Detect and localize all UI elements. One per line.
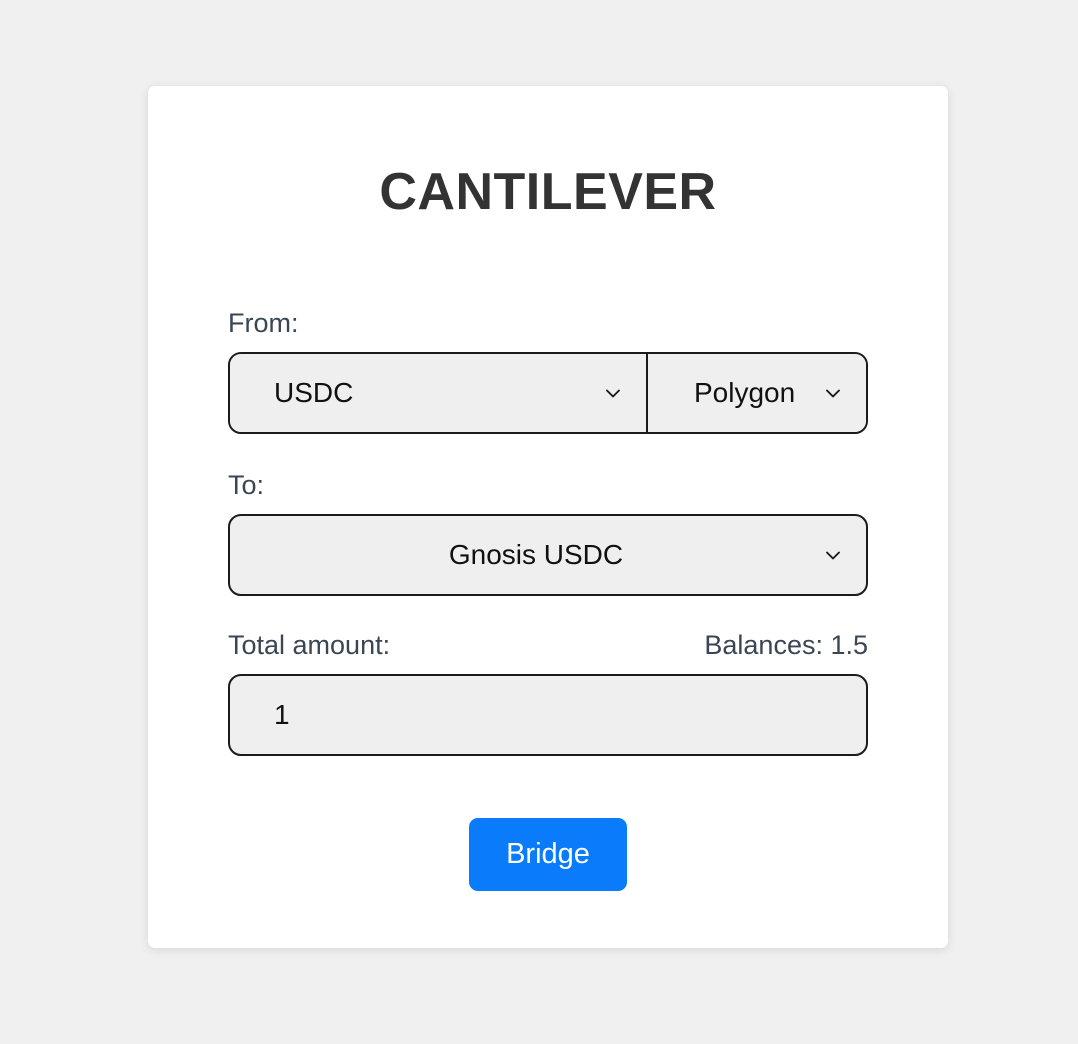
- amount-input[interactable]: 1: [230, 699, 290, 731]
- bridge-button[interactable]: Bridge: [469, 818, 627, 891]
- amount-label: Total amount:: [228, 630, 391, 660]
- bridge-form: From: USDC Polygon To: Gnosis USDC Total…: [228, 310, 868, 891]
- chevron-down-icon: [822, 382, 844, 404]
- from-asset-select[interactable]: USDC: [230, 354, 648, 432]
- balances-text: Balances: 1.5: [704, 630, 868, 660]
- chevron-down-icon: [602, 382, 624, 404]
- to-label: To:: [228, 470, 265, 500]
- page-title: CANTILEVER: [379, 163, 717, 221]
- from-chain-select[interactable]: Polygon: [648, 354, 866, 432]
- to-asset-select[interactable]: Gnosis USDC: [228, 514, 868, 596]
- from-label: From:: [228, 308, 299, 338]
- amount-input-wrapper[interactable]: 1: [228, 674, 868, 756]
- from-chain-value: Polygon: [694, 377, 796, 408]
- from-row: USDC Polygon: [228, 352, 868, 434]
- app-root: CANTILEVER From: USDC Polygon To: Gnosis…: [0, 0, 1078, 1044]
- actions-row: Bridge: [228, 818, 868, 891]
- from-asset-value: USDC: [274, 377, 354, 408]
- to-asset-value: Gnosis USDC: [448, 539, 624, 570]
- amount-label-row: Total amount: Balances: 1.5: [228, 632, 868, 659]
- bridge-card: CANTILEVER From: USDC Polygon To: Gnosis…: [148, 86, 948, 948]
